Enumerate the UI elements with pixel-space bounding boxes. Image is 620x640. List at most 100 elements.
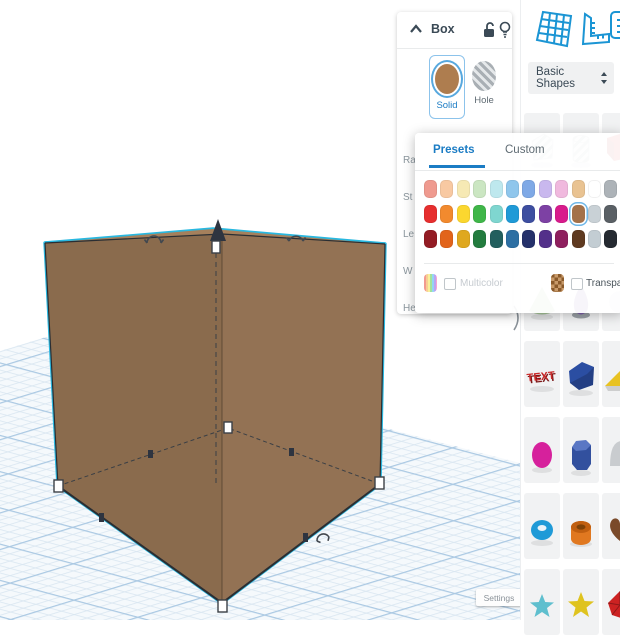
solid-color-swatch[interactable]	[433, 62, 461, 96]
swatch-row-dark	[424, 230, 620, 248]
shape-thumb-gray-round[interactable]	[602, 417, 620, 483]
shape-thumb-blue-polygon[interactable]	[563, 417, 599, 483]
divider	[415, 170, 620, 171]
multicolor-swatch	[424, 274, 437, 292]
shape-thumb-orange-tube[interactable]	[563, 493, 599, 559]
inspector-header: Box	[397, 12, 512, 49]
collapse-chevron-icon[interactable]	[409, 24, 423, 34]
color-swatch[interactable]	[456, 180, 470, 198]
property-label-steps: St	[403, 192, 413, 203]
ruler-icon[interactable]	[577, 12, 613, 48]
property-label-radius: Ra	[403, 155, 416, 166]
color-swatch[interactable]	[489, 180, 503, 198]
color-swatch[interactable]	[522, 180, 536, 198]
scale-handle-corner-left[interactable]	[53, 479, 64, 493]
scale-handle-corner-right[interactable]	[374, 476, 385, 490]
yellow-wedge-shape	[605, 371, 620, 386]
hole-pattern-swatch[interactable]	[472, 61, 496, 91]
color-swatch[interactable]	[555, 230, 569, 248]
color-swatch[interactable]	[604, 180, 618, 198]
color-swatch[interactable]	[587, 230, 601, 248]
scale-handle-edge-front-right[interactable]	[303, 533, 308, 542]
shape-thumb-brown-heart[interactable]	[602, 493, 620, 559]
color-swatch[interactable]	[587, 180, 601, 198]
color-swatch[interactable]	[505, 180, 519, 198]
color-swatch[interactable]	[424, 230, 437, 248]
hole-option[interactable]: Hole	[467, 55, 501, 117]
workplane-icon[interactable]	[535, 8, 575, 50]
scale-handle-corner-front[interactable]	[217, 599, 228, 613]
color-swatch[interactable]	[587, 205, 601, 223]
swatch-row-pastel	[424, 180, 620, 198]
active-tab-underline	[429, 165, 485, 168]
color-swatch[interactable]	[505, 230, 519, 248]
color-swatch[interactable]	[505, 205, 519, 223]
shape-thumb-yellow-star[interactable]	[563, 569, 599, 635]
property-label-width: W	[403, 266, 413, 277]
shape-category-dropdown[interactable]: Basic Shapes	[528, 62, 614, 94]
brown-heart-shape	[610, 518, 620, 541]
color-swatch[interactable]	[571, 205, 585, 223]
color-swatch[interactable]	[555, 180, 569, 198]
color-swatch[interactable]	[424, 180, 437, 198]
scale-handle-edge-back-left[interactable]	[148, 450, 153, 458]
color-swatch[interactable]	[538, 180, 552, 198]
shape-thumb-blue-torus[interactable]	[524, 493, 560, 559]
color-swatch[interactable]	[538, 230, 552, 248]
yellow-star-shape	[568, 592, 594, 617]
solid-hole-selector: Solid Hole	[397, 49, 512, 131]
solid-label: Solid	[436, 100, 458, 111]
scale-handle-edge-front-left[interactable]	[99, 513, 104, 522]
tinkercad-workspace: { "viewport": { "settings_label": "Setti…	[0, 0, 620, 635]
color-swatch[interactable]	[522, 205, 536, 223]
transparent-label: Transparent	[586, 278, 620, 289]
color-swatch[interactable]	[604, 230, 618, 248]
transparent-checkbox[interactable]	[571, 278, 583, 290]
color-swatch[interactable]	[489, 205, 503, 223]
shape-thumb-blue-roof[interactable]	[563, 341, 599, 407]
property-label-height: He	[403, 303, 416, 314]
solid-option[interactable]: Solid	[429, 55, 465, 119]
lock-icon[interactable]	[482, 21, 496, 38]
color-swatch[interactable]	[440, 205, 454, 223]
color-swatch[interactable]	[571, 180, 585, 198]
color-swatch[interactable]	[489, 230, 503, 248]
color-swatch[interactable]	[473, 180, 487, 198]
lightbulb-icon[interactable]	[499, 21, 511, 39]
color-swatch[interactable]	[522, 230, 536, 248]
property-label-length: Le	[403, 229, 415, 240]
swatch-row-bright	[424, 205, 620, 223]
tab-presets[interactable]: Presets	[433, 144, 475, 156]
tab-custom[interactable]: Custom	[505, 144, 545, 156]
color-swatch[interactable]	[456, 205, 470, 223]
shape-thumb-yellow-wedge[interactable]	[602, 341, 620, 407]
multicolor-checkbox[interactable]	[444, 278, 456, 290]
pink-egg-shape	[532, 442, 552, 468]
color-swatch[interactable]	[538, 205, 552, 223]
shape-thumb-pink-egg[interactable]	[524, 417, 560, 483]
color-swatch[interactable]	[440, 230, 454, 248]
color-swatch[interactable]	[440, 180, 454, 198]
color-swatch[interactable]	[473, 205, 487, 223]
scale-handle-edge-back-right[interactable]	[289, 448, 294, 456]
scale-handle-top[interactable]	[211, 240, 221, 254]
color-swatch[interactable]	[604, 205, 618, 223]
transparent-swatch	[551, 274, 564, 292]
dropdown-caret-icon	[601, 72, 607, 84]
color-swatch[interactable]	[424, 205, 437, 223]
hole-label: Hole	[474, 95, 494, 106]
shape-thumb-text[interactable]: TEXT TEXT	[524, 341, 560, 407]
notes-icon[interactable]	[609, 8, 620, 48]
shape-thumb-red-icosahedron[interactable]	[602, 569, 620, 635]
color-swatch[interactable]	[473, 230, 487, 248]
shape-thumb-teal-star[interactable]	[524, 569, 560, 635]
gray-round-shape	[610, 441, 620, 466]
settings-button[interactable]: Settings	[476, 589, 522, 606]
scale-handle-corner-back[interactable]	[223, 421, 233, 434]
color-swatch[interactable]	[571, 230, 585, 248]
color-swatch[interactable]	[555, 205, 569, 223]
divider	[424, 263, 614, 264]
shape-title: Box	[431, 22, 455, 36]
category-value: Basic Shapes	[536, 66, 576, 90]
color-swatch[interactable]	[456, 230, 470, 248]
